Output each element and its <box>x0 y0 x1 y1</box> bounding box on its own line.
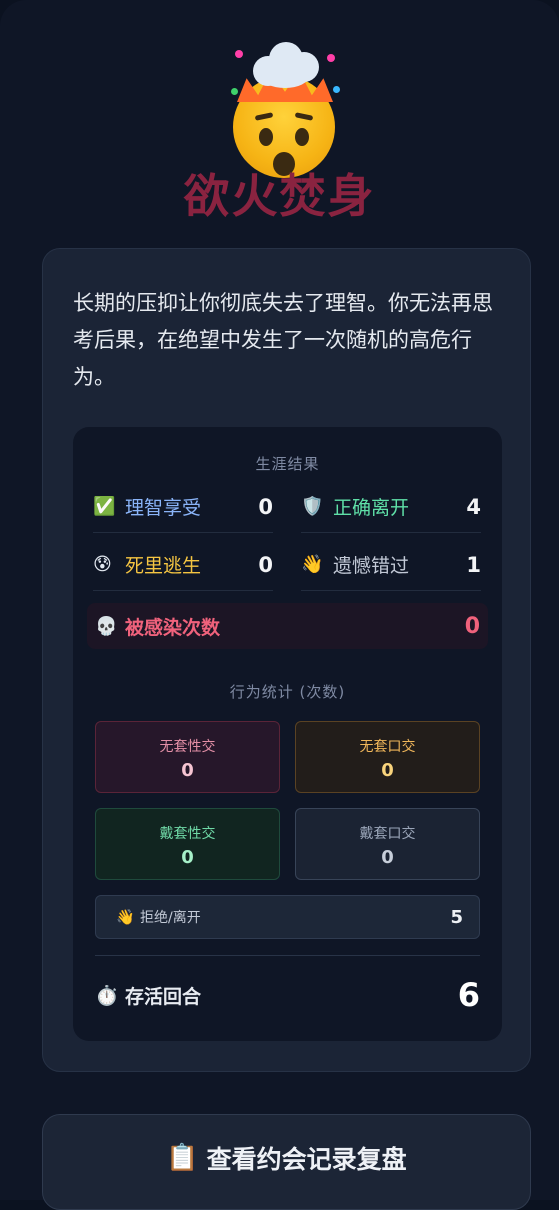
result-card: 长期的压抑让你彻底失去了理智。你无法再思考后果，在绝望中发生了一次随机的高危行为… <box>42 248 531 1072</box>
reject-value: 5 <box>450 906 463 928</box>
waving-hand-icon: 👋 <box>116 908 135 926</box>
skull-icon: 💀 <box>95 615 118 637</box>
behavior-value: 0 <box>181 847 194 868</box>
stat-label: 正确离开 <box>333 497 410 519</box>
behavior-box-unprotected-sex: 无套性交 0 <box>95 721 280 793</box>
behavior-box-protected-sex: 戴套性交 0 <box>95 808 280 880</box>
stat-label: 遗憾错过 <box>333 555 410 577</box>
stat-correct-leave: 🛡️ 正确离开 4 <box>301 481 481 533</box>
behavior-label: 戴套性交 <box>159 826 216 842</box>
divider <box>95 955 480 956</box>
result-description: 长期的压抑让你彻底失去了理智。你无法再思考后果，在绝望中发生了一次随机的高危行为… <box>73 291 493 389</box>
behavior-box-protected-oral: 戴套口交 0 <box>295 808 480 880</box>
reject-label: 拒绝/离开 <box>140 910 201 926</box>
anxious-face-icon: 😰 <box>93 554 112 575</box>
stat-missed: 👋 遗憾错过 1 <box>301 539 481 591</box>
infection-value: 0 <box>464 613 480 639</box>
view-date-records-button[interactable]: 📋 查看约会记录复盘 <box>42 1114 531 1210</box>
survival-value: 6 <box>457 976 480 1014</box>
stopwatch-icon: ⏱️ <box>95 984 119 1007</box>
stat-narrow-escape: 😰 死里逃生 0 <box>93 539 273 591</box>
stat-value: 4 <box>466 494 481 519</box>
behavior-value: 0 <box>181 760 194 781</box>
infection-count-row: 💀 被感染次数 0 <box>87 603 488 649</box>
behavior-label: 戴套口交 <box>359 826 416 842</box>
page-title: 欲火焚身 <box>183 169 376 223</box>
result-screen: 欲火焚身 长期的压抑让你彻底失去了理智。你无法再思考后果，在绝望中发生了一次随机… <box>0 0 559 1210</box>
waving-hand-icon: 👋 <box>301 554 324 575</box>
survival-label: 存活回合 <box>125 985 202 1008</box>
reject-leave-row: 👋 拒绝/离开 5 <box>95 895 480 939</box>
view-date-records-label: 查看约会记录复盘 <box>206 1145 407 1174</box>
behavior-box-unprotected-oral: 无套口交 0 <box>295 721 480 793</box>
stat-value: 0 <box>258 552 273 577</box>
stat-value: 1 <box>466 552 481 577</box>
exploding-head-icon <box>229 40 341 178</box>
behavior-label: 无套性交 <box>159 739 216 755</box>
career-section-title: 生涯结果 <box>255 455 320 473</box>
clipboard-icon: 📋 <box>166 1143 199 1173</box>
stat-value: 0 <box>258 494 273 519</box>
career-stats-panel: 生涯结果 ✅ 理智享受 0 🛡️ 正确离开 4 😰 死里逃生 0 👋 遗憾错过 … <box>73 427 502 1041</box>
behavior-label: 无套口交 <box>359 739 416 755</box>
behavior-value: 0 <box>381 760 394 781</box>
infection-label: 被感染次数 <box>125 616 221 639</box>
shield-icon: 🛡️ <box>301 496 324 517</box>
stat-rational-enjoy: ✅ 理智享受 0 <box>93 481 273 533</box>
check-icon: ✅ <box>93 496 116 517</box>
stat-label: 死里逃生 <box>125 555 202 577</box>
stat-label: 理智享受 <box>125 497 202 519</box>
behavior-value: 0 <box>381 847 394 868</box>
survival-rounds-row: ⏱️ 存活回合 6 <box>95 975 480 1015</box>
behavior-section-title: 行为统计 (次数) <box>229 683 346 701</box>
